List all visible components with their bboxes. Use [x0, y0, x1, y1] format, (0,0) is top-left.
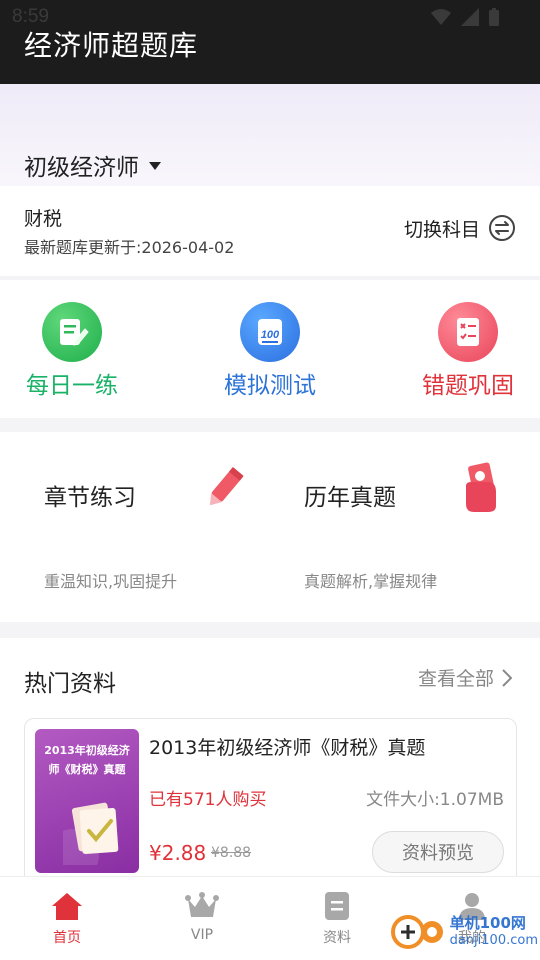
chapter-practice-card[interactable]: 章节练习 重温知识,巩固提升 [44, 462, 246, 592]
nav-vip-label: VIP [190, 927, 214, 943]
switch-subject-button[interactable]: 切换科目 [404, 214, 516, 242]
cover-line2: 师《财税》真题 [48, 763, 126, 776]
chapter-practice-subtitle: 重温知识,巩固提升 [44, 572, 178, 591]
subject-row: 财税 最新题库更新于:2026-04-02 切换科目 [0, 186, 540, 276]
material-card[interactable]: 2013年初级经济 师《财税》真题 2013年初级经济师《财税》真题 已有571… [24, 718, 517, 888]
cover-text: 2013年初级经济 师《财税》真题 [35, 741, 139, 779]
nav-materials[interactable]: 资料 [287, 891, 387, 947]
daily-practice-button[interactable]: 每日一练 [2, 302, 142, 400]
caret-down-icon [149, 162, 161, 170]
price: ¥2.88 [149, 841, 207, 865]
hand-money-icon [462, 462, 502, 518]
wifi-icon [431, 9, 451, 25]
signal-icon [461, 8, 479, 26]
original-price: ¥8.88 [211, 845, 252, 861]
mistakes-review-label: 错题巩固 [422, 373, 514, 399]
level-selector[interactable]: 初级经济师 [24, 148, 161, 182]
practice-section: 章节练习 重温知识,巩固提升 历年真题 真题解析,掌握规律 [0, 432, 540, 622]
notebook-icon [63, 802, 119, 865]
nav-materials-label: 资料 [323, 930, 351, 946]
status-icons [430, 7, 500, 27]
view-all-label: 查看全部 [417, 668, 494, 690]
subject-update-text: 最新题库更新于:2026-04-02 [24, 238, 235, 257]
daily-practice-icon [42, 302, 102, 362]
svg-text:100: 100 [261, 329, 280, 341]
mock-test-label: 模拟测试 [224, 373, 316, 399]
mock-test-icon: 100 [240, 302, 300, 362]
watermark: 单机100网 danji100.com [390, 912, 538, 952]
quick-actions: 每日一练 100 模拟测试 错题巩固 [0, 280, 540, 418]
daily-practice-label: 每日一练 [26, 373, 118, 399]
mock-test-button[interactable]: 100 模拟测试 [200, 302, 340, 400]
nav-home[interactable]: 首页 [17, 891, 117, 947]
battery-icon [489, 8, 499, 26]
past-exams-title: 历年真题 [304, 485, 396, 511]
mistakes-review-button[interactable]: 错题巩固 [398, 302, 538, 400]
past-exams-subtitle: 真题解析,掌握规律 [304, 572, 438, 591]
hot-materials-section: 热门资料 查看全部 2013年初级经济 师《财税》真题 2013年初级经济师《财… [0, 638, 540, 888]
material-title: 2013年初级经济师《财税》真题 [149, 737, 426, 759]
home-icon [52, 893, 82, 920]
past-exams-card[interactable]: 历年真题 真题解析,掌握规律 [304, 462, 502, 592]
view-all-link[interactable]: 查看全部 [418, 664, 512, 691]
document-icon [325, 892, 349, 920]
mistakes-review-icon [438, 302, 498, 362]
pencil-icon [202, 462, 246, 516]
app-bar: 8:59 经济师超题库 [0, 0, 540, 84]
crown-icon [185, 892, 219, 917]
cover-line1: 2013年初级经济 [44, 744, 130, 757]
nav-vip[interactable]: VIP [152, 891, 252, 943]
material-cover: 2013年初级经济 师《财税》真题 [35, 729, 139, 873]
subject-name: 财税 [24, 208, 63, 230]
switch-icon [489, 215, 515, 241]
purchase-count: 已有571人购买 [149, 790, 267, 810]
nav-home-label: 首页 [53, 930, 81, 946]
watermark-logo-icon [390, 915, 443, 949]
hot-materials-title: 热门资料 [24, 671, 116, 697]
switch-subject-label: 切换科目 [403, 218, 480, 241]
app-title: 经济师超题库 [24, 29, 199, 62]
watermark-line1: 单机100网 [449, 914, 526, 932]
preview-button[interactable]: 资料预览 [372, 831, 504, 873]
level-label: 初级经济师 [24, 155, 139, 181]
chapter-practice-title: 章节练习 [44, 485, 136, 511]
file-size: 文件大小:1.07MB [366, 790, 504, 810]
chevron-right-icon [502, 668, 512, 687]
watermark-line2: danji100.com [449, 933, 538, 948]
